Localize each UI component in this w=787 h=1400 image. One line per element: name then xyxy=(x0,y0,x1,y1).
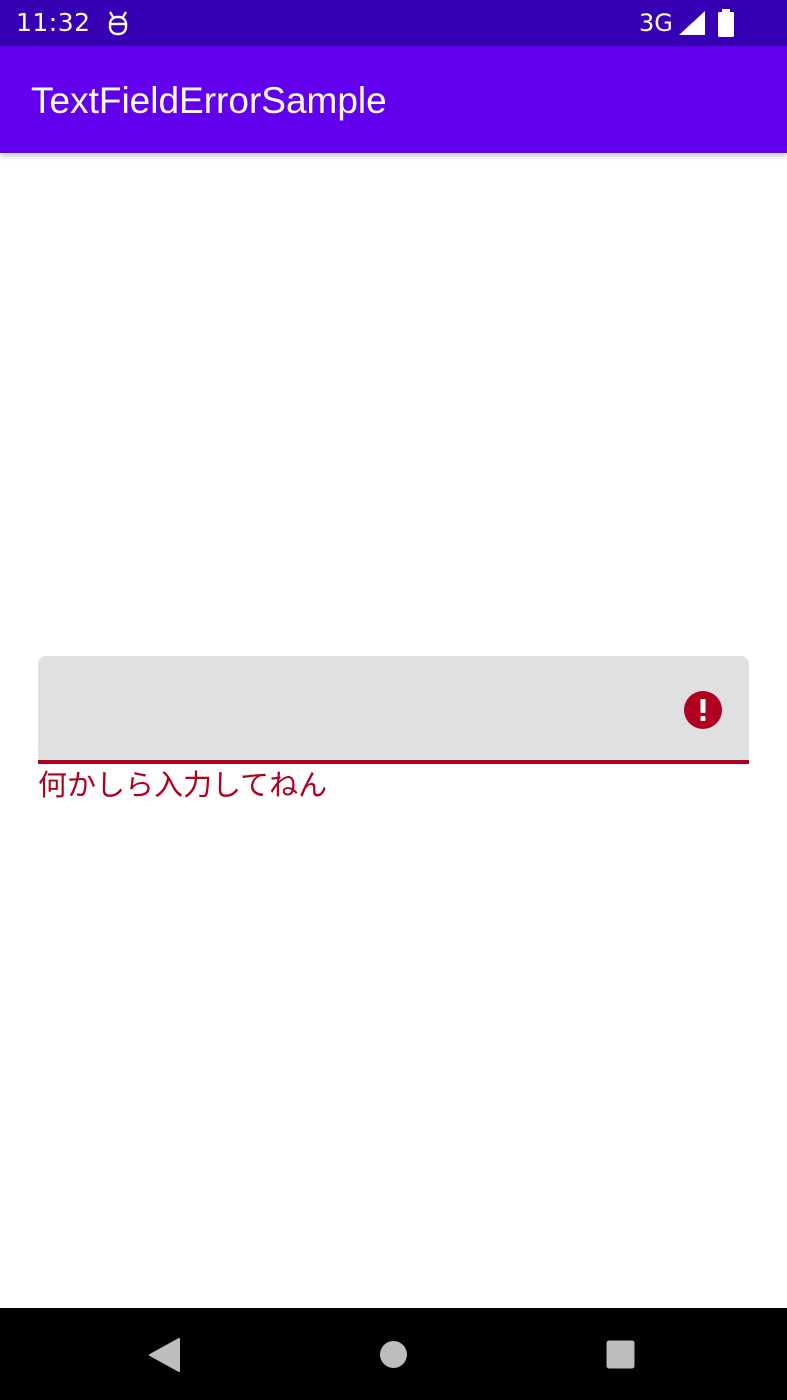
back-triangle-icon[interactable] xyxy=(148,1338,180,1372)
status-time: 11:32 xyxy=(16,8,91,37)
text-input[interactable] xyxy=(58,684,678,732)
app-title: TextFieldErrorSample xyxy=(31,80,387,121)
network-type: 3G xyxy=(639,9,673,37)
status-bar: 11:32 3G xyxy=(0,0,787,46)
error-icon xyxy=(684,691,722,729)
cell-signal-icon xyxy=(679,11,705,35)
text-field[interactable] xyxy=(38,656,749,764)
app-bar: TextFieldErrorSample xyxy=(0,46,787,153)
recents-square-icon[interactable] xyxy=(606,1340,635,1369)
home-circle-icon[interactable] xyxy=(379,1340,408,1369)
screen: 11:32 3G TextFieldErrorSample 何かしら入力してねん xyxy=(0,0,787,1400)
navigation-bar xyxy=(0,1308,787,1400)
battery-full-icon xyxy=(718,9,734,37)
error-message: 何かしら入力してねん xyxy=(38,768,328,802)
android-debug-icon xyxy=(108,11,128,36)
